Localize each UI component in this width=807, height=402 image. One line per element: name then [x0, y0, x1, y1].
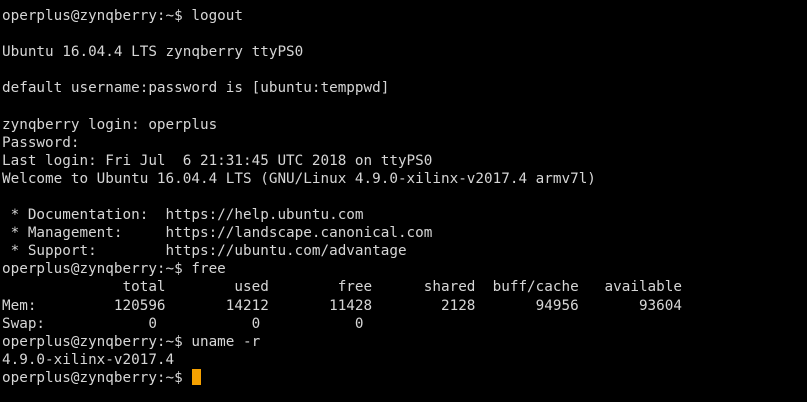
terminal-line: * Documentation: https://help.ubuntu.com — [2, 207, 364, 224]
terminal-line: operplus@zynqberry:~$ free — [2, 261, 226, 278]
terminal-line: Ubuntu 16.04.4 LTS zynqberry ttyPS0 — [2, 44, 304, 61]
terminal-line: Mem: 120596 14212 11428 2128 94956 93604 — [2, 297, 682, 314]
prompt-line[interactable]: operplus@zynqberry:~$ — [2, 368, 807, 387]
terminal-line: Password: — [2, 134, 80, 151]
terminal-line: operplus@zynqberry:~$ logout — [2, 8, 244, 24]
terminal-window[interactable]: operplus@zynqberry:~$ logout Ubuntu 16.0… — [0, 0, 807, 402]
terminal-line: Welcome to Ubuntu 16.04.4 LTS (GNU/Linux… — [2, 170, 596, 187]
text-cursor[interactable] — [191, 368, 201, 385]
terminal-line: zynqberry login: operplus — [2, 116, 218, 133]
terminal-line: Swap: 0 0 0 — [2, 315, 364, 332]
terminal-line: 4.9.0-xilinx-v2017.4 — [2, 351, 175, 368]
shell-prompt: operplus@zynqberry:~$ — [2, 369, 183, 386]
terminal-line: operplus@zynqberry:~$ uname -r — [2, 333, 261, 350]
terminal-line: default username:password is [ubuntu:tem… — [2, 80, 390, 97]
terminal-line: total used free shared buff/cache availa… — [2, 279, 683, 296]
terminal-line: Last login: Fri Jul 6 21:31:45 UTC 2018 … — [2, 152, 433, 169]
terminal-line: * Management: https://landscape.canonica… — [2, 225, 433, 242]
terminal-line: * Support: https://ubuntu.com/advantage — [2, 243, 407, 260]
